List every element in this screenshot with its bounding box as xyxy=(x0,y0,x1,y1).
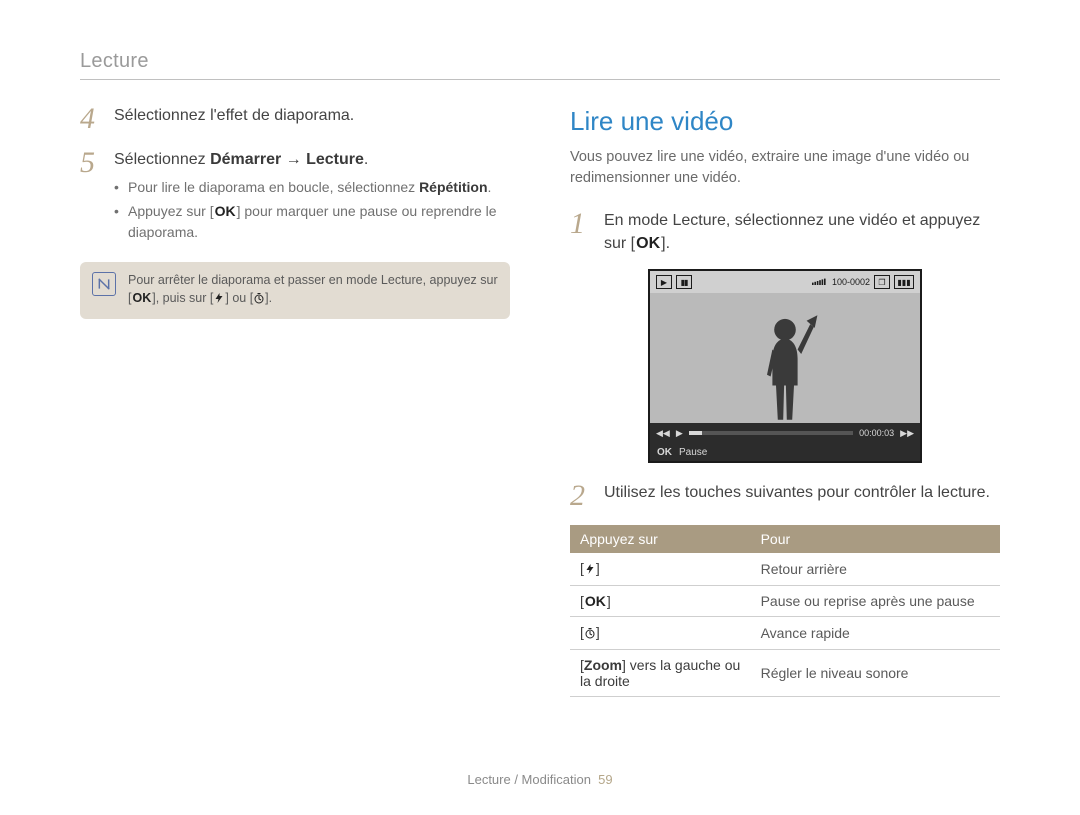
signal-bars-icon xyxy=(812,276,828,288)
bullet-text: Appuyez sur [ xyxy=(128,203,214,219)
play-mode-icon: ▶ xyxy=(656,275,672,289)
step5-bold: Démarrer → Lecture xyxy=(210,151,364,168)
right-column: Lire une vidéo Vous pouvez lire une vidé… xyxy=(570,104,1000,697)
step-number: 1 xyxy=(570,209,592,255)
progress-fill xyxy=(689,431,702,435)
table-row: [] Retour arrière xyxy=(570,553,1000,586)
page-footer: Lecture / Modification 59 xyxy=(0,772,1080,787)
timecode-label: 00:00:03 xyxy=(859,428,894,438)
step-text: Utilisez les touches suivantes pour cont… xyxy=(604,481,1000,511)
step-text: Sélectionnez Démarrer → Lecture. Pour li… xyxy=(114,148,510,246)
action-cell: Pause ou reprise après une pause xyxy=(751,586,1000,617)
press-cell: [OK] xyxy=(570,586,751,617)
sub-bullet: Pour lire le diaporama en boucle, sélect… xyxy=(114,177,510,197)
video-frame xyxy=(650,293,920,423)
manual-page: Lecture 4 Sélectionnez l'effet de diapor… xyxy=(0,0,1080,815)
sub-bullet: Appuyez sur [OK] pour marquer une pause … xyxy=(114,201,510,242)
ok-key-icon: OK xyxy=(635,232,661,255)
camera-screen-mockup: ▶ ▮▮ 100-0002 ❐ ▮▮▮ xyxy=(648,269,922,463)
top-right-icons: 100-0002 ❐ ▮▮▮ xyxy=(812,275,914,289)
timer-icon xyxy=(253,292,265,310)
note-icon xyxy=(92,272,116,296)
step-number: 4 xyxy=(80,104,102,134)
step-5: 5 Sélectionnez Démarrer → Lecture. Pour … xyxy=(80,148,510,246)
press-cell: [] xyxy=(570,617,751,650)
sd-card-icon: ❐ xyxy=(874,275,890,289)
press-cell: [] xyxy=(570,553,751,586)
flash-icon xyxy=(584,562,596,578)
play-icon: ▶ xyxy=(676,428,683,439)
right-description: Vous pouvez lire une vidéo, extraire une… xyxy=(570,147,1000,189)
action-cell: Retour arrière xyxy=(751,553,1000,586)
controls-table: Appuyez sur Pour [] Retour arrière [OK] … xyxy=(570,525,1000,697)
right-heading: Lire une vidéo xyxy=(570,106,1000,137)
timer-icon xyxy=(584,626,596,642)
note-segment: ] ou [ xyxy=(225,291,253,305)
camera-bottom-bar: OK Pause xyxy=(650,443,920,461)
table-row: [OK] Pause ou reprise après une pause xyxy=(570,586,1000,617)
step-text: En mode Lecture, sélectionnez une vidéo … xyxy=(604,209,1000,255)
table-row: [Zoom] vers la gauche ou la droite Régle… xyxy=(570,650,1000,697)
table-header-action: Pour xyxy=(751,525,1000,553)
note-callout: Pour arrêter le diaporama et passer en m… xyxy=(80,262,510,319)
table-row: [] Avance rapide xyxy=(570,617,1000,650)
flash-icon xyxy=(213,292,225,310)
section-title: Lecture xyxy=(80,50,1000,73)
step-text: Sélectionnez l'effet de diaporama. xyxy=(114,104,510,134)
bullet-text: Pour lire le diaporama en boucle, sélect… xyxy=(128,179,419,195)
zoom-label: Zoom xyxy=(584,657,622,673)
ok-key-icon: OK xyxy=(656,447,673,458)
pause-label: Pause xyxy=(679,447,707,458)
left-column: 4 Sélectionnez l'effet de diaporama. 5 S… xyxy=(80,104,510,697)
bullet-text: . xyxy=(488,179,492,195)
action-cell: Régler le niveau sonore xyxy=(751,650,1000,697)
camera-top-bar: ▶ ▮▮ 100-0002 ❐ ▮▮▮ xyxy=(650,271,920,293)
step5-suffix: . xyxy=(364,151,368,168)
movie-icon: ▮▮ xyxy=(676,275,692,289)
two-column-layout: 4 Sélectionnez l'effet de diaporama. 5 S… xyxy=(80,104,1000,697)
note-segment: ]. xyxy=(265,291,272,305)
person-silhouette-icon xyxy=(740,303,830,423)
page-number: 59 xyxy=(598,772,612,787)
step-1-right: 1 En mode Lecture, sélectionnez une vidé… xyxy=(570,209,1000,255)
ok-key-icon: OK xyxy=(584,593,607,609)
ok-key-icon: OK xyxy=(214,201,237,221)
action-cell: Avance rapide xyxy=(751,617,1000,650)
step-number: 2 xyxy=(570,481,592,511)
step-4: 4 Sélectionnez l'effet de diaporama. xyxy=(80,104,510,134)
progress-track xyxy=(689,431,853,435)
header-divider xyxy=(80,79,1000,80)
bullet-bold: Répétition xyxy=(419,179,487,195)
footer-breadcrumb: Lecture / Modification xyxy=(467,772,591,787)
note-segment: ], puis sur [ xyxy=(152,291,213,305)
table-header-press: Appuyez sur xyxy=(570,525,751,553)
sub-bullet-list: Pour lire le diaporama en boucle, sélect… xyxy=(114,177,510,242)
video-progress-bar: ◀◀ ▶ 00:00:03 ▶▶ xyxy=(650,423,920,443)
step-number: 5 xyxy=(80,148,102,246)
press-cell: [Zoom] vers la gauche ou la droite xyxy=(570,650,751,697)
rewind-icon: ◀◀ xyxy=(656,428,670,439)
note-text: Pour arrêter le diaporama et passer en m… xyxy=(128,272,498,309)
top-left-icons: ▶ ▮▮ xyxy=(656,275,692,289)
step5-prefix: Sélectionnez xyxy=(114,151,210,168)
step-2-right: 2 Utilisez les touches suivantes pour co… xyxy=(570,481,1000,511)
fast-forward-icon: ▶▶ xyxy=(900,428,914,439)
battery-icon: ▮▮▮ xyxy=(894,275,914,289)
step-text-post: ]. xyxy=(661,235,670,252)
file-index-label: 100-0002 xyxy=(832,277,870,287)
ok-key-icon: OK xyxy=(131,290,152,308)
